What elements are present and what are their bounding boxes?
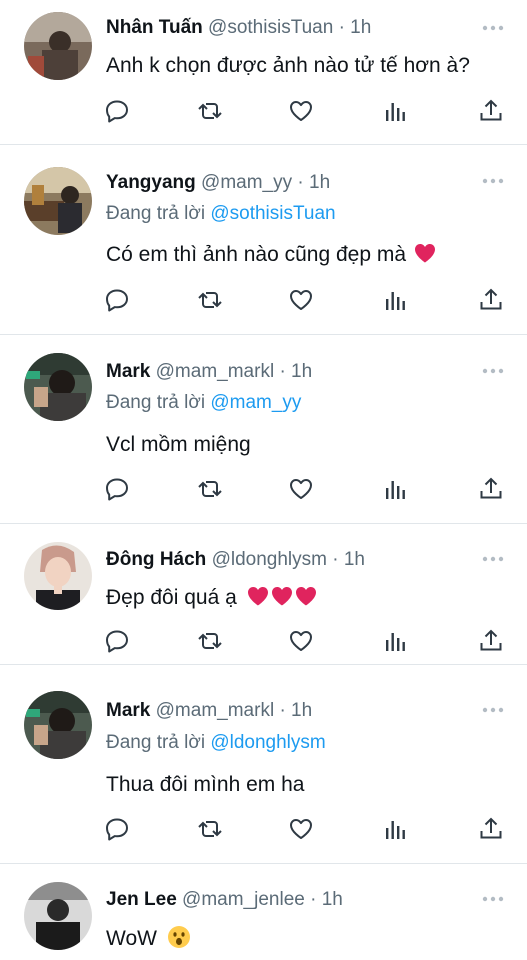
more-dots-icon[interactable] — [481, 554, 505, 564]
heart-outline-icon[interactable] — [288, 476, 314, 502]
more-dots-icon[interactable] — [481, 366, 505, 376]
display-name[interactable]: Nhân Tuấn — [106, 17, 203, 38]
speech-bubble-icon[interactable] — [104, 98, 130, 124]
user-handle[interactable]: @ldonghlysm — [212, 549, 327, 570]
action-bar — [104, 287, 504, 313]
share-upload-icon[interactable] — [478, 287, 504, 313]
replying-to: Đang trả lời @sothisisTuan — [106, 202, 336, 226]
bar-chart-icon[interactable] — [382, 476, 408, 502]
tweet-text: Đẹp đôi quá ạ — [106, 585, 317, 611]
avatar[interactable] — [24, 167, 92, 235]
red-heart-emoji — [295, 586, 317, 606]
heart-outline-icon[interactable] — [288, 98, 314, 124]
user-handle[interactable]: @mam_markl — [156, 361, 275, 382]
speech-bubble-icon[interactable] — [104, 476, 130, 502]
tweet-text-content: Đẹp đôi quá ạ — [106, 586, 237, 609]
tweet-header: Nhân Tuấn @sothisisTuan · 1h — [106, 16, 371, 40]
retweet-icon[interactable] — [197, 476, 223, 502]
tweet-4[interactable]: Đông Hách @ldonghlysm · 1h Đẹp đôi quá ạ — [0, 524, 527, 665]
more-dots-icon[interactable] — [481, 23, 505, 33]
tweet-2[interactable]: Yangyang @mam_yy · 1h Đang trả lời @soth… — [0, 145, 527, 335]
tweet-header: Yangyang @mam_yy · 1h — [106, 171, 330, 195]
user-handle[interactable]: @mam_yy — [201, 172, 292, 193]
mention-link[interactable]: @ldonghlysm — [210, 732, 325, 753]
tweet-text: Anh k chọn được ảnh nào tử tế hơn à? — [106, 54, 470, 77]
mention-link[interactable]: @mam_yy — [210, 392, 301, 413]
heart-outline-icon[interactable] — [288, 816, 314, 842]
action-bar — [104, 628, 504, 654]
replying-to-label: Đang trả lời — [106, 732, 206, 753]
retweet-icon[interactable] — [197, 816, 223, 842]
tweet-header: Mark @mam_markl · 1h — [106, 360, 312, 384]
action-bar — [104, 816, 504, 842]
more-dots-icon[interactable] — [481, 894, 505, 904]
bar-chart-icon[interactable] — [382, 816, 408, 842]
heart-outline-icon[interactable] — [288, 628, 314, 654]
tweet-text: Có em thì ảnh nào cũng đẹp mà — [106, 242, 436, 268]
tweet-6[interactable]: Jen Lee @mam_jenlee · 1h WoW — [0, 864, 527, 960]
timestamp[interactable]: · 1h — [279, 700, 312, 721]
action-bar — [104, 476, 504, 502]
replying-to: Đang trả lời @ldonghlysm — [106, 731, 326, 755]
retweet-icon[interactable] — [197, 98, 223, 124]
retweet-icon[interactable] — [197, 287, 223, 313]
tweet-3[interactable]: Mark @mam_markl · 1h Đang trả lời @mam_y… — [0, 335, 527, 524]
tweet-text-content: WoW — [106, 927, 157, 950]
display-name[interactable]: Mark — [106, 361, 150, 382]
tweet-5[interactable]: Mark @mam_markl · 1h Đang trả lời @ldong… — [0, 665, 527, 864]
avatar[interactable] — [24, 882, 92, 950]
share-upload-icon[interactable] — [478, 816, 504, 842]
avatar[interactable] — [24, 691, 92, 759]
tweet-text: Vcl mồm miệng — [106, 433, 251, 456]
timestamp[interactable]: · 1h — [310, 889, 343, 910]
speech-bubble-icon[interactable] — [104, 287, 130, 313]
action-bar — [104, 98, 504, 124]
timestamp[interactable]: · 1h — [332, 549, 365, 570]
retweet-icon[interactable] — [197, 628, 223, 654]
speech-bubble-icon[interactable] — [104, 816, 130, 842]
display-name[interactable]: Yangyang — [106, 172, 196, 193]
tweet-header: Đông Hách @ldonghlysm · 1h — [106, 548, 365, 572]
red-heart-emoji — [247, 586, 269, 606]
user-handle[interactable]: @sothisisTuan — [208, 17, 333, 38]
tweet-text: WoW — [106, 925, 191, 952]
bar-chart-icon[interactable] — [382, 628, 408, 654]
tweet-1[interactable]: Nhân Tuấn @sothisisTuan · 1h Anh k chọn … — [0, 0, 527, 145]
display-name[interactable]: Mark — [106, 700, 150, 721]
timestamp[interactable]: · 1h — [297, 172, 330, 193]
timestamp[interactable]: · 1h — [279, 361, 312, 382]
replying-to-label: Đang trả lời — [106, 203, 206, 224]
reply-thread: Nhân Tuấn @sothisisTuan · 1h Anh k chọn … — [0, 0, 527, 960]
tweet-text-content: Có em thì ảnh nào cũng đẹp mà — [106, 243, 407, 266]
tweet-header: Mark @mam_markl · 1h — [106, 699, 312, 723]
avatar[interactable] — [24, 12, 92, 80]
replying-to: Đang trả lời @mam_yy — [106, 391, 301, 415]
share-upload-icon[interactable] — [478, 476, 504, 502]
speech-bubble-icon[interactable] — [104, 628, 130, 654]
replying-to-label: Đang trả lời — [106, 392, 206, 413]
red-heart-emoji — [414, 243, 436, 263]
tweet-header: Jen Lee @mam_jenlee · 1h — [106, 888, 343, 912]
display-name[interactable]: Đông Hách — [106, 549, 206, 570]
heart-outline-icon[interactable] — [288, 287, 314, 313]
more-dots-icon[interactable] — [481, 176, 505, 186]
user-handle[interactable]: @mam_jenlee — [182, 889, 305, 910]
red-heart-emoji — [271, 586, 293, 606]
avatar[interactable] — [24, 353, 92, 421]
share-upload-icon[interactable] — [478, 98, 504, 124]
mention-link[interactable]: @sothisisTuan — [210, 203, 335, 224]
astonished-face-emoji — [167, 925, 191, 949]
more-dots-icon[interactable] — [481, 705, 505, 715]
bar-chart-icon[interactable] — [382, 98, 408, 124]
display-name[interactable]: Jen Lee — [106, 889, 177, 910]
user-handle[interactable]: @mam_markl — [156, 700, 275, 721]
tweet-text: Thua đôi mình em ha — [106, 773, 305, 796]
avatar[interactable] — [24, 542, 92, 610]
bar-chart-icon[interactable] — [382, 287, 408, 313]
timestamp[interactable]: · 1h — [339, 17, 372, 38]
share-upload-icon[interactable] — [478, 628, 504, 654]
